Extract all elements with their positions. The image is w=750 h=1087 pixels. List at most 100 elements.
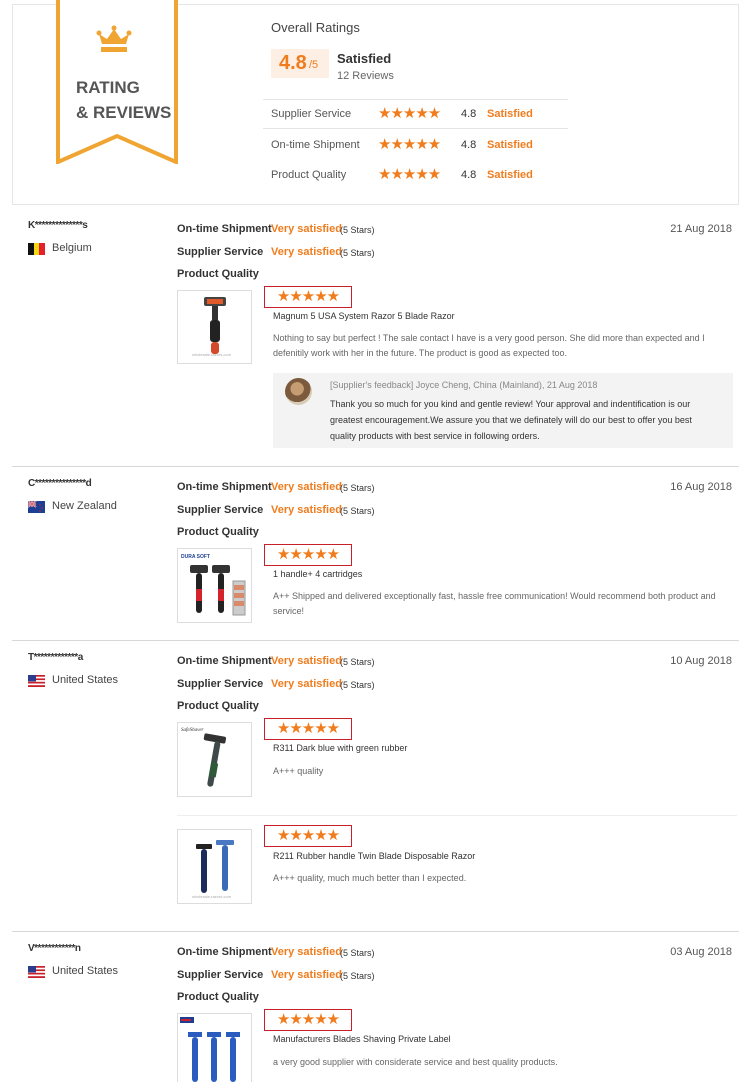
shipment-value: Very satisfied bbox=[271, 946, 342, 958]
svg-text:SafeShaver: SafeShaver bbox=[181, 728, 204, 733]
shipment-value: Very satisfied bbox=[271, 481, 342, 493]
service-stars: (5 Stars) bbox=[340, 506, 375, 516]
review-date: 10 Aug 2018 bbox=[670, 655, 732, 667]
service-value: Very satisfied bbox=[271, 678, 342, 690]
service-label: Supplier Service bbox=[177, 246, 264, 258]
twin-razor-image: wholesale-razors.com bbox=[192, 840, 234, 899]
shipment-label: On-time Shipment bbox=[177, 655, 272, 667]
razor-image: SafeShaver bbox=[181, 728, 227, 787]
rating-row-status: Satisfied bbox=[487, 108, 533, 120]
service-value: Very satisfied bbox=[271, 246, 342, 258]
rating-row-label: On-time Shipment bbox=[271, 139, 360, 151]
reviewer-name: V************n bbox=[28, 943, 81, 954]
overall-status: Satisfied bbox=[337, 51, 392, 66]
supplier-avatar bbox=[285, 378, 312, 405]
service-stars: (5 Stars) bbox=[340, 971, 375, 981]
product-name[interactable]: R211 Rubber handle Twin Blade Disposable… bbox=[273, 851, 475, 861]
product-rating-stars: ★★★★★ bbox=[264, 825, 352, 847]
review-comment: Nothing to say but perfect ! The sale co… bbox=[273, 333, 705, 358]
feedback-text: Thank you so much for you kind and gentl… bbox=[330, 399, 692, 441]
product-rating-stars: ★★★★★ bbox=[264, 1009, 352, 1031]
shipment-value: Very satisfied bbox=[271, 223, 342, 235]
product-rating-stars: ★★★★★ bbox=[264, 286, 352, 308]
usa-flag-icon bbox=[28, 965, 45, 978]
usa-flag-icon bbox=[28, 674, 45, 687]
review-divider bbox=[12, 640, 739, 641]
rating-row-divider bbox=[263, 128, 568, 129]
shipment-value: Very satisfied bbox=[271, 655, 342, 667]
rating-row-stars: ★★★★★ bbox=[378, 105, 441, 122]
belgium-flag-icon bbox=[28, 242, 45, 255]
svg-text:DURA SOFT: DURA SOFT bbox=[181, 554, 210, 560]
reviewer-country: Belgium bbox=[52, 242, 92, 254]
reviewer-country: United States bbox=[52, 965, 119, 977]
shipment-stars: (5 Stars) bbox=[340, 225, 375, 235]
reviews-count: 12 Reviews bbox=[337, 70, 394, 82]
product-name[interactable]: R311 Dark blue with green rubber bbox=[273, 743, 407, 753]
triple-razor-image bbox=[180, 1017, 240, 1082]
shipment-label: On-time Shipment bbox=[177, 223, 272, 235]
razor-image: wholesale-razors.com bbox=[192, 297, 232, 357]
rating-row-divider bbox=[263, 99, 568, 100]
quality-label: Product Quality bbox=[177, 700, 259, 712]
rating-row-label: Supplier Service bbox=[271, 108, 352, 120]
overall-ratings-title: Overall Ratings bbox=[271, 20, 360, 35]
ribbon-badge-icon: RATING & REVIEWS bbox=[56, 0, 178, 166]
rating-row-score: 4.8 bbox=[461, 108, 477, 120]
product-rating-stars: ★★★★★ bbox=[264, 544, 352, 566]
overall-score: 4.8 bbox=[279, 52, 307, 74]
product-thumbnail[interactable]: wholesale-razors.com bbox=[177, 829, 252, 904]
rating-reviews-ribbon: RATING & REVIEWS bbox=[56, 0, 178, 166]
shipment-stars: (5 Stars) bbox=[340, 483, 375, 493]
overall-score-badge: 4.8 /5 bbox=[271, 49, 329, 78]
razor-kit-image: DURA SOFT bbox=[180, 552, 246, 616]
shipment-stars: (5 Stars) bbox=[340, 657, 375, 667]
quality-label: Product Quality bbox=[177, 526, 259, 538]
reviewer-country: United States bbox=[52, 674, 119, 686]
rating-row-status: Satisfied bbox=[487, 169, 533, 181]
rating-row-score: 4.8 bbox=[461, 139, 477, 151]
overall-score-max: /5 bbox=[309, 59, 319, 71]
svg-text:wholesale-razors.com: wholesale-razors.com bbox=[192, 894, 232, 899]
service-stars: (5 Stars) bbox=[340, 680, 375, 690]
ribbon-line1: RATING bbox=[76, 78, 140, 97]
service-value: Very satisfied bbox=[271, 969, 342, 981]
reviewer-name: T*************a bbox=[28, 652, 83, 663]
review-date: 16 Aug 2018 bbox=[670, 481, 732, 493]
shipment-label: On-time Shipment bbox=[177, 481, 272, 493]
service-label: Supplier Service bbox=[177, 678, 264, 690]
product-thumbnail[interactable]: DURA SOFT bbox=[177, 548, 252, 623]
rating-row-status: Satisfied bbox=[487, 139, 533, 151]
reviewer-country: New Zealand bbox=[52, 500, 117, 512]
quality-label: Product Quality bbox=[177, 268, 259, 280]
quality-label: Product Quality bbox=[177, 991, 259, 1003]
service-value: Very satisfied bbox=[271, 504, 342, 516]
reviewer-name: K**************s bbox=[28, 220, 88, 231]
reviewer-name: C***************d bbox=[28, 478, 92, 489]
rating-row-label: Product Quality bbox=[271, 169, 347, 181]
product-name[interactable]: Magnum 5 USA System Razor 5 Blade Razor bbox=[273, 311, 455, 321]
product-thumbnail[interactable]: wholesale-razors.com bbox=[177, 290, 252, 364]
service-label: Supplier Service bbox=[177, 504, 264, 516]
rating-row-stars: ★★★★★ bbox=[378, 136, 441, 153]
product-name[interactable]: Manufacturers Blades Shaving Private Lab… bbox=[273, 1034, 451, 1044]
svg-text:wholesale-razors.com: wholesale-razors.com bbox=[192, 352, 232, 357]
ribbon-line2: & REVIEWS bbox=[76, 103, 171, 122]
rating-row-score: 4.8 bbox=[461, 169, 477, 181]
product-divider bbox=[177, 815, 737, 816]
review-divider bbox=[12, 466, 739, 467]
shipment-label: On-time Shipment bbox=[177, 946, 272, 958]
rating-row-stars: ★★★★★ bbox=[378, 166, 441, 183]
review-date: 21 Aug 2018 bbox=[670, 223, 732, 235]
product-thumbnail[interactable] bbox=[177, 1013, 252, 1082]
review-comment: A+++ quality, much much better than I ex… bbox=[273, 873, 467, 883]
product-thumbnail[interactable]: SafeShaver bbox=[177, 722, 252, 797]
feedback-header: [Supplier's feedback] Joyce Cheng, China… bbox=[330, 380, 598, 390]
review-comment: A++ Shipped and delivered exceptionally … bbox=[273, 591, 716, 616]
review-date: 03 Aug 2018 bbox=[670, 946, 732, 958]
product-name[interactable]: 1 handle+ 4 cartridges bbox=[273, 569, 362, 579]
shipment-stars: (5 Stars) bbox=[340, 948, 375, 958]
review-comment: A+++ quality bbox=[273, 766, 324, 776]
new-zealand-flag-icon bbox=[27, 500, 45, 513]
service-stars: (5 Stars) bbox=[340, 248, 375, 258]
